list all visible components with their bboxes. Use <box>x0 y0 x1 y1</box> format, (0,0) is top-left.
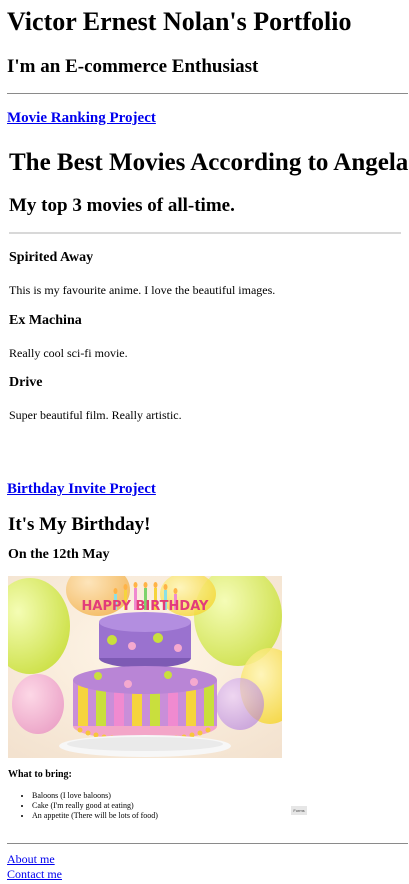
movie-ranking-embed: The Best Movies According to Angela My t… <box>0 138 409 438</box>
bring-list: Baloons (I love baloons) Cake (I'm reall… <box>8 791 158 821</box>
cake-lettering: HAPPY BIRTHDAY <box>82 599 209 614</box>
list-item: Cake (I'm really good at eating) <box>32 801 158 811</box>
form-button[interactable]: Forms <box>291 806 307 815</box>
page-subtitle: I'm an E-commerce Enthusiast <box>7 56 259 77</box>
footer-divider <box>7 843 408 844</box>
page-title: Victor Ernest Nolan's Portfolio <box>7 7 352 36</box>
birthday-date: On the 12th May <box>8 547 110 562</box>
list-item: An appetite (There will be lots of food) <box>32 811 158 821</box>
what-to-bring-heading: What to bring: <box>8 769 72 780</box>
contact-me-link[interactable]: Contact me <box>7 867 62 881</box>
movie-description: Really cool sci-fi movie. <box>9 346 128 360</box>
movie-page-subheading: My top 3 movies of all-time. <box>9 195 235 216</box>
header-divider <box>7 93 408 94</box>
movie-ranking-project-link[interactable]: Movie Ranking Project <box>7 109 156 127</box>
movie-description: Super beautiful film. Really artistic. <box>9 408 182 422</box>
movie-title: Drive <box>9 375 43 390</box>
portfolio-page: Victor Ernest Nolan's Portfolio I'm an E… <box>0 0 409 884</box>
about-me-link[interactable]: About me <box>7 852 55 866</box>
movie-title: Spirited Away <box>9 250 94 265</box>
list-item: Baloons (I love baloons) <box>32 791 158 801</box>
movie-title: Ex Machina <box>9 313 82 328</box>
birthday-heading: It's My Birthday! <box>8 514 151 535</box>
birthday-invite-project-link[interactable]: Birthday Invite Project <box>7 480 156 498</box>
movie-description: This is my favourite anime. I love the b… <box>9 283 276 297</box>
movie-divider <box>9 232 401 234</box>
birthday-cake-image: HAPPY BIRTHDAY <box>8 576 282 758</box>
movie-page-heading: The Best Movies According to Angela <box>9 149 409 176</box>
